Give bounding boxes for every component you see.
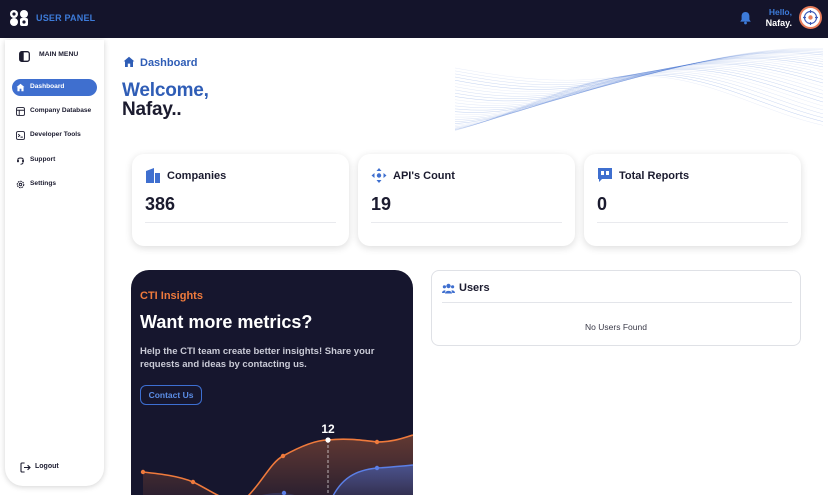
- stat-title: Companies: [167, 170, 227, 182]
- wave-strand: [455, 59, 824, 104]
- stat-value: 386: [145, 194, 176, 214]
- wave-strand: [455, 69, 824, 124]
- avatar[interactable]: [799, 6, 822, 29]
- cti-description: Help the CTI team create better insights…: [140, 346, 375, 370]
- orange-point: [140, 469, 146, 475]
- cti-kicker: CTI Insights: [140, 290, 203, 302]
- panel-title: USER PANEL: [36, 13, 96, 23]
- wave-strand: [455, 74, 824, 131]
- logo-icon: [10, 10, 28, 26]
- wave-strand: [455, 49, 824, 83]
- wave-strand: [455, 70, 824, 126]
- users-icon: [442, 283, 455, 294]
- logout-label: Logout: [35, 463, 59, 470]
- sidebar-item-settings[interactable]: Settings: [12, 176, 97, 193]
- sidebar: MAIN MENU Dashboard Company Database Dev…: [5, 40, 104, 486]
- top-bar: USER PANEL Hello, Nafay.: [0, 0, 828, 38]
- breadcrumb-label: Dashboard: [140, 57, 198, 69]
- users-title: Users: [459, 282, 490, 294]
- logout-icon: [20, 462, 31, 473]
- sidebar-item-label: Developer Tools: [30, 131, 81, 138]
- bell-icon[interactable]: [739, 11, 752, 25]
- blue-point: [374, 465, 380, 471]
- logout-button[interactable]: Logout: [20, 461, 90, 473]
- user-name: Nafay.: [765, 18, 792, 28]
- cti-decorative-chart: 12: [140, 422, 413, 495]
- sidebar-item-support[interactable]: Support: [12, 152, 97, 169]
- stat-divider: [145, 222, 336, 223]
- wave-strand: [455, 52, 824, 90]
- user-greeting: Hello, Nafay.: [766, 7, 792, 29]
- wave-strand: [455, 71, 824, 128]
- report-icon: [598, 168, 612, 182]
- blue-point: [281, 490, 287, 495]
- cti-insights-card: CTI Insights Want more metrics? Help the…: [131, 270, 413, 495]
- building-icon: [146, 168, 160, 183]
- welcome-text: Welcome,: [122, 80, 209, 101]
- orange-point: [280, 453, 286, 459]
- users-card: Users No Users Found: [431, 270, 801, 346]
- highlight-label: 12: [321, 422, 335, 436]
- sidebar-item-label: Dashboard: [30, 83, 65, 90]
- wave-strand: [455, 64, 824, 115]
- stat-title: API's Count: [393, 170, 455, 182]
- stat-card-companies: Companies 386: [132, 154, 349, 246]
- stat-value: 0: [597, 194, 608, 214]
- stat-divider: [597, 222, 788, 223]
- sidebar-item-label: Company Database: [30, 107, 92, 114]
- gear-icon: [16, 180, 25, 189]
- table-icon: [16, 107, 25, 116]
- sidebar-item-company-database[interactable]: Company Database: [12, 103, 97, 120]
- users-empty-message: No Users Found: [585, 322, 647, 332]
- sidebar-toggle-icon[interactable]: [19, 50, 30, 62]
- cti-title: Want more metrics?: [140, 312, 313, 332]
- terminal-icon: [16, 131, 25, 140]
- sidebar-item-label: Support: [30, 156, 56, 163]
- stat-card-api-count: API's Count 19: [358, 154, 575, 246]
- wave-strand: [455, 73, 824, 130]
- avatar-icon: [803, 10, 818, 25]
- home-icon: [16, 83, 25, 92]
- welcome-heading: Welcome, Nafay..: [122, 81, 209, 119]
- stat-card-total-reports: Total Reports 0: [584, 154, 801, 246]
- stat-value: 19: [371, 194, 392, 214]
- users-divider: [442, 302, 792, 303]
- welcome-user-name: Nafay..: [122, 99, 182, 120]
- orange-point: [374, 439, 380, 445]
- support-icon: [17, 157, 24, 165]
- sidebar-item-developer-tools[interactable]: Developer Tools: [12, 127, 97, 144]
- stat-divider: [371, 222, 562, 223]
- contact-us-button[interactable]: Contact Us: [140, 385, 202, 405]
- highlight-point: [325, 437, 331, 443]
- orange-point: [190, 479, 196, 485]
- api-icon: [371, 168, 387, 183]
- main-menu-header[interactable]: MAIN MENU: [19, 50, 78, 62]
- wave-strand: [455, 53, 824, 92]
- greeting-text: Hello,: [768, 7, 792, 17]
- sidebar-item-label: Settings: [30, 180, 57, 187]
- decorative-wave-graphic: [455, 48, 824, 131]
- home-icon: [123, 56, 135, 67]
- sidebar-item-dashboard[interactable]: Dashboard: [12, 79, 97, 96]
- main-menu-title: MAIN MENU: [39, 51, 79, 58]
- stat-title: Total Reports: [619, 170, 690, 182]
